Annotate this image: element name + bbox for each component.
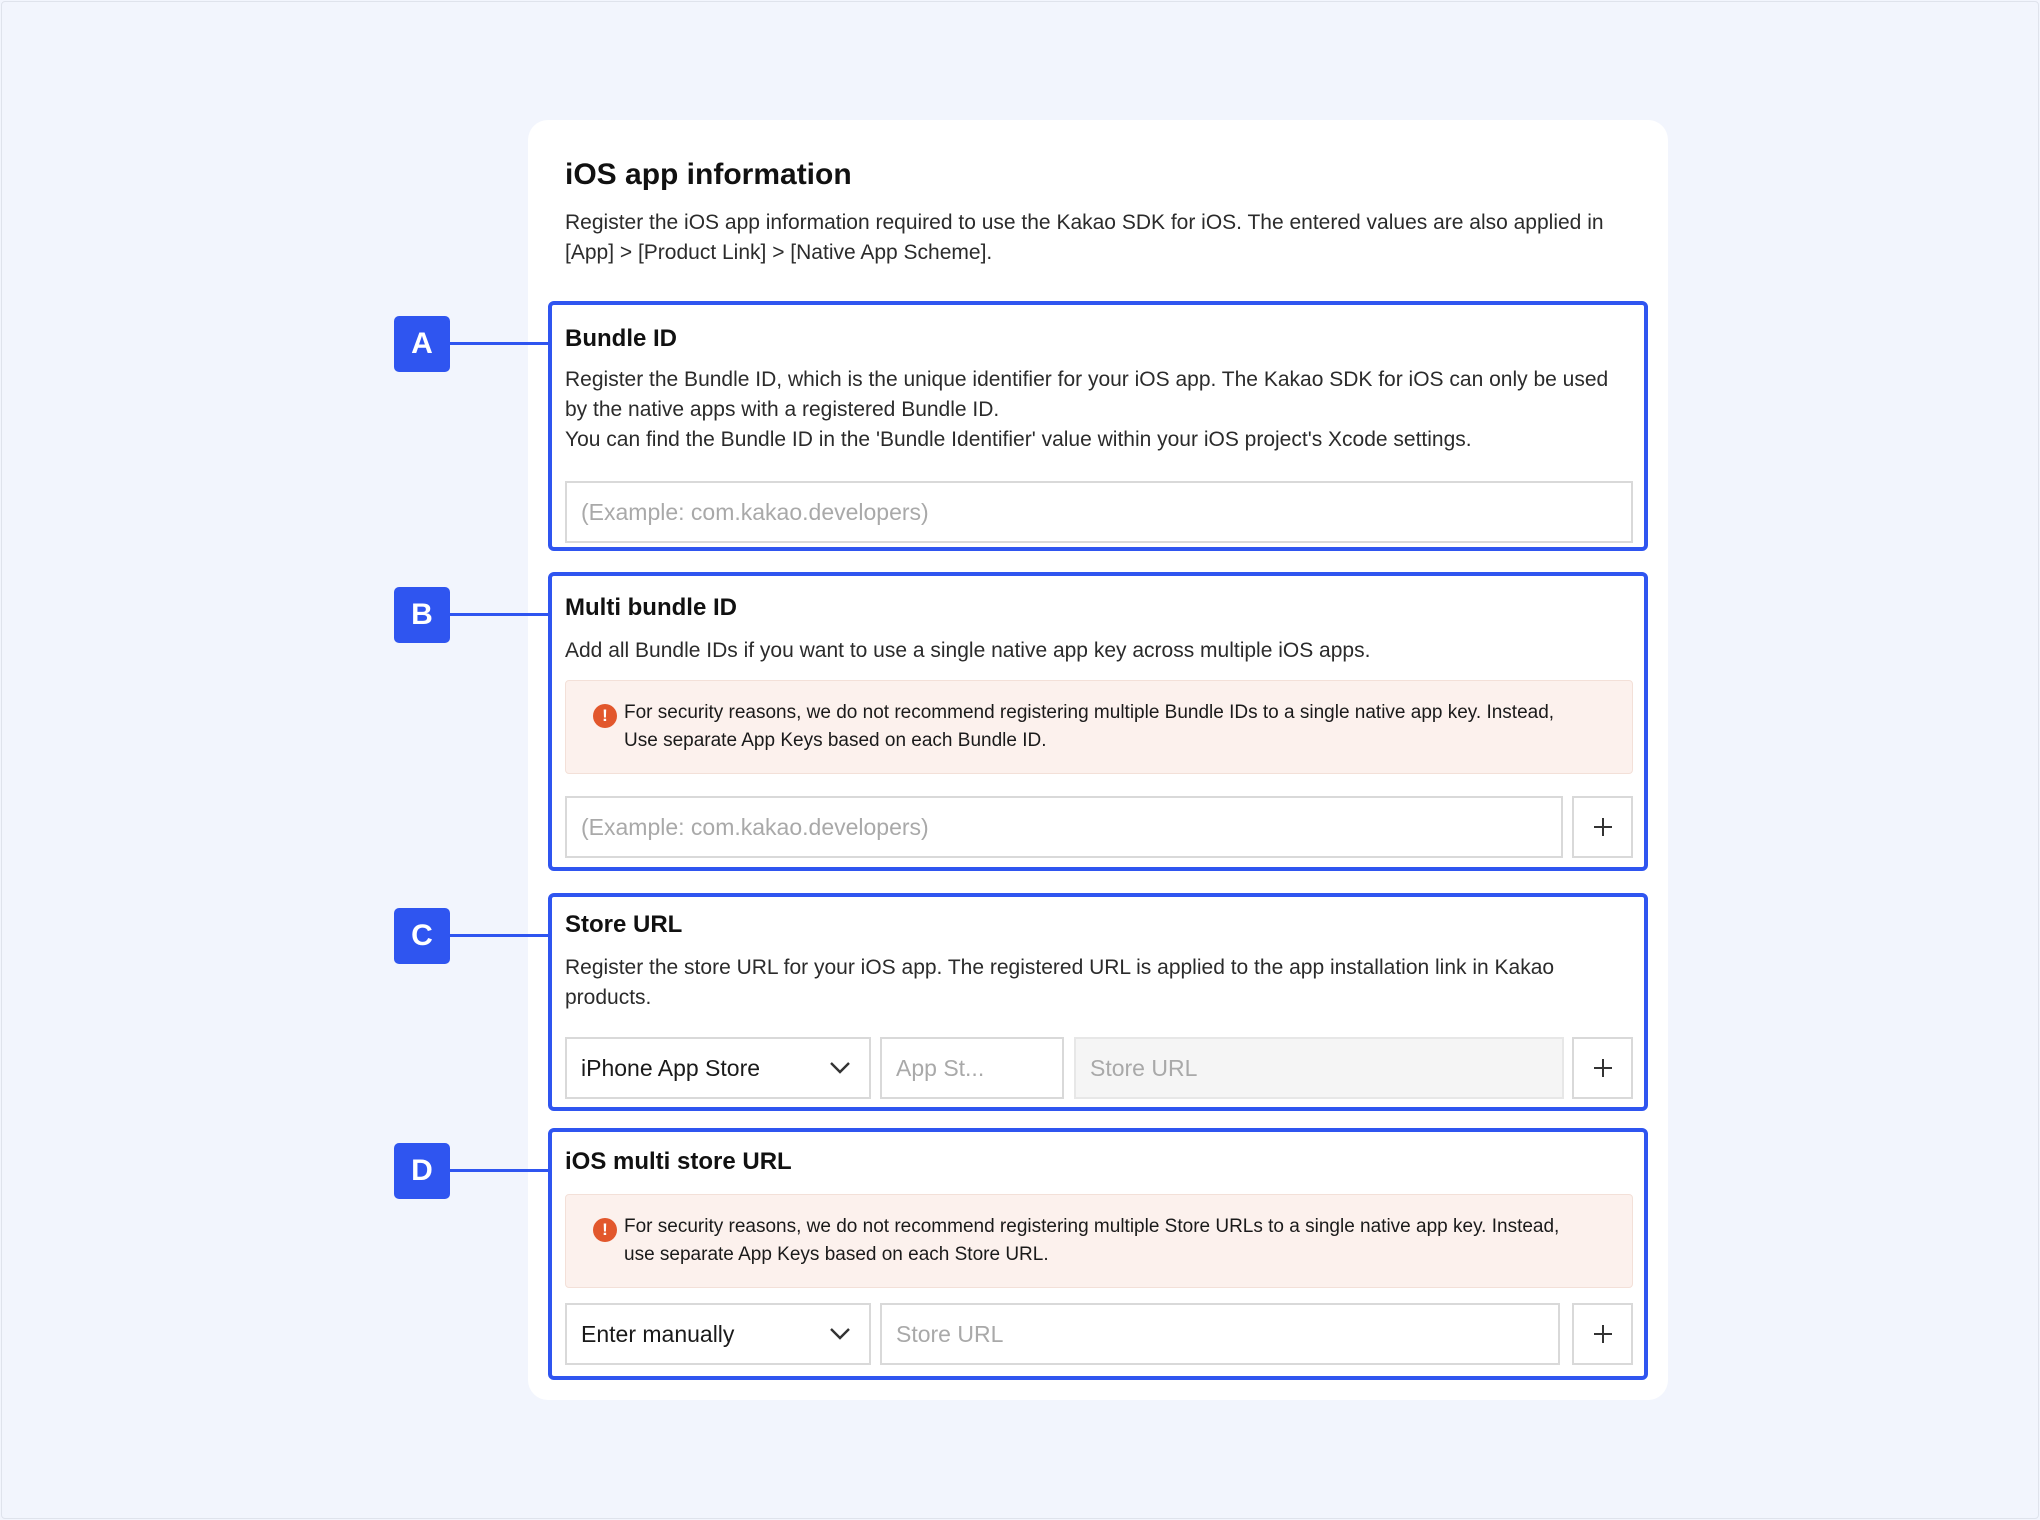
warning-text-line: use separate App Keys based on each Stor… bbox=[624, 1244, 1049, 1265]
section-ios-multi-store-url: iOS multi store URL ! For security reaso… bbox=[548, 1128, 1648, 1380]
chevron-down-icon bbox=[830, 1328, 850, 1340]
bundle-id-input[interactable]: (Example: com.kakao.developers) bbox=[565, 481, 1633, 543]
store-mode-select[interactable]: Enter manually bbox=[565, 1303, 871, 1365]
page-description-line: Register the iOS app information require… bbox=[565, 211, 1604, 234]
section-multi-bundle-id: Multi bundle ID Add all Bundle IDs if yo… bbox=[548, 572, 1648, 871]
section-description-line: Register the Bundle ID, which is the uni… bbox=[565, 368, 1609, 391]
callout-marker-a: A bbox=[394, 316, 450, 372]
section-title: iOS multi store URL bbox=[565, 1148, 792, 1175]
store-type-select-value: iPhone App Store bbox=[581, 1054, 761, 1081]
multi-bundle-id-input[interactable]: (Example: com.kakao.developers) bbox=[565, 796, 1563, 858]
add-multi-store-url-button[interactable] bbox=[1572, 1303, 1633, 1365]
multi-store-url-input[interactable]: Store URL bbox=[880, 1303, 1560, 1365]
section-bundle-id: Bundle ID Register the Bundle ID, which … bbox=[548, 301, 1648, 551]
callout-marker-d: D bbox=[394, 1143, 450, 1199]
multi-store-url-placeholder: Store URL bbox=[896, 1320, 1004, 1347]
app-store-id-placeholder: App St... bbox=[896, 1054, 985, 1081]
section-description-line: You can find the Bundle ID in the 'Bundl… bbox=[565, 428, 1472, 451]
store-url-field: Store URL bbox=[1074, 1037, 1564, 1099]
callout-connector-d bbox=[450, 1169, 550, 1172]
warning-box: ! For security reasons, we do not recomm… bbox=[565, 1194, 1633, 1288]
page-description-line: [App] > [Product Link] > [Native App Sch… bbox=[565, 241, 993, 264]
plus-icon bbox=[1593, 818, 1612, 836]
app-store-id-input[interactable]: App St... bbox=[880, 1037, 1064, 1099]
warning-text-line: Use separate App Keys based on each Bund… bbox=[624, 730, 1047, 751]
exclamation-circle-icon: ! bbox=[593, 1218, 617, 1242]
exclamation-circle-icon: ! bbox=[593, 704, 617, 728]
multi-bundle-id-input-placeholder: (Example: com.kakao.developers) bbox=[581, 813, 929, 840]
callout-connector-c bbox=[450, 934, 550, 937]
callout-marker-b: B bbox=[394, 587, 450, 643]
plus-icon bbox=[1593, 1325, 1612, 1343]
section-store-url: Store URL Register the store URL for you… bbox=[548, 893, 1648, 1111]
section-title: Store URL bbox=[565, 911, 683, 938]
add-bundle-id-button[interactable] bbox=[1572, 796, 1633, 858]
bundle-id-input-placeholder: (Example: com.kakao.developers) bbox=[581, 498, 929, 525]
store-url-placeholder: Store URL bbox=[1090, 1054, 1198, 1081]
section-title: Bundle ID bbox=[565, 325, 677, 352]
section-description: Register the Bundle ID, which is the uni… bbox=[565, 365, 1635, 455]
section-description-line: Register the store URL for your iOS app.… bbox=[565, 956, 1555, 979]
plus-icon bbox=[1593, 1059, 1612, 1077]
store-type-select[interactable]: iPhone App Store bbox=[565, 1037, 871, 1099]
section-description-line: products. bbox=[565, 986, 652, 1009]
page-description: Register the iOS app information require… bbox=[565, 208, 1645, 268]
warning-box: ! For security reasons, we do not recomm… bbox=[565, 680, 1633, 774]
store-mode-select-value: Enter manually bbox=[581, 1320, 735, 1347]
section-title: Multi bundle ID bbox=[565, 594, 737, 621]
section-description: Add all Bundle IDs if you want to use a … bbox=[565, 639, 1371, 662]
section-description-line: by the native apps with a registered Bun… bbox=[565, 398, 1000, 421]
callout-connector-b bbox=[450, 613, 550, 616]
warning-text: For security reasons, we do not recommen… bbox=[624, 1213, 1624, 1269]
callout-marker-c: C bbox=[394, 908, 450, 964]
warning-text-line: For security reasons, we do not recommen… bbox=[624, 702, 1555, 723]
add-store-url-button[interactable] bbox=[1572, 1037, 1633, 1099]
page-title: iOS app information bbox=[565, 158, 852, 191]
warning-text: For security reasons, we do not recommen… bbox=[624, 699, 1624, 755]
warning-text-line: For security reasons, we do not recommen… bbox=[624, 1216, 1560, 1237]
callout-connector-a bbox=[450, 342, 550, 345]
section-description: Register the store URL for your iOS app.… bbox=[565, 953, 1635, 1013]
chevron-down-icon bbox=[830, 1062, 850, 1074]
